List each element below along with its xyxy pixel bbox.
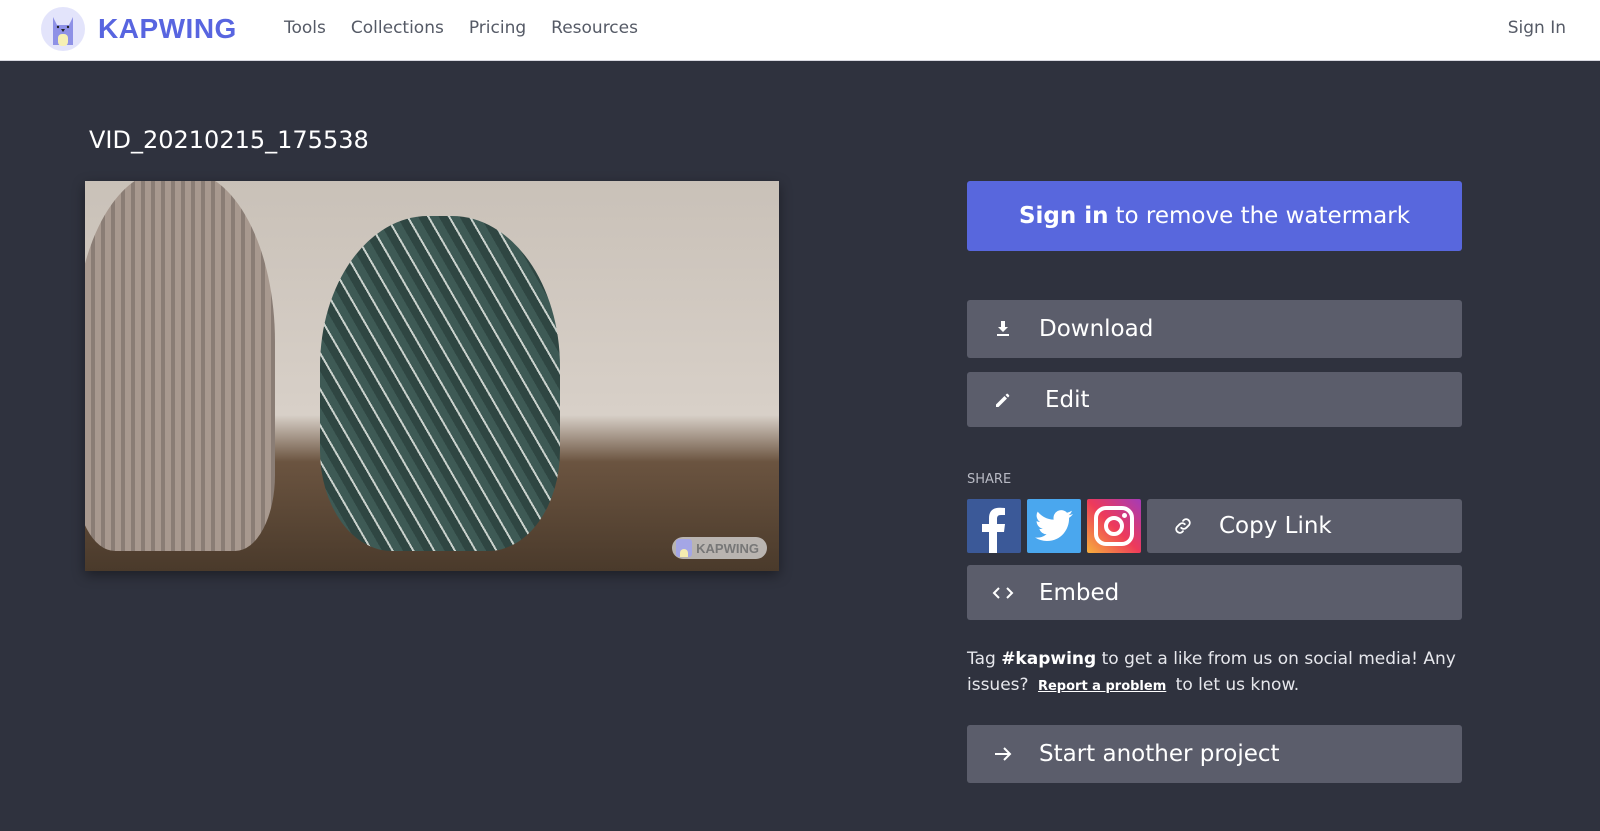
watermark-text: KAPWING bbox=[696, 540, 759, 556]
remove-watermark-button[interactable]: Sign in to remove the watermark bbox=[967, 181, 1462, 251]
share-row: Copy Link bbox=[967, 499, 1462, 553]
embed-button[interactable]: Embed bbox=[967, 565, 1462, 620]
top-navbar: KAPWING Tools Collections Pricing Resour… bbox=[0, 0, 1600, 61]
brand-name: KAPWING bbox=[98, 13, 237, 44]
main-nav: Tools Collections Pricing Resources bbox=[284, 18, 663, 38]
report-problem-link[interactable]: Report a problem bbox=[1038, 679, 1166, 694]
instagram-share-button[interactable] bbox=[1087, 499, 1141, 553]
instagram-icon bbox=[1094, 506, 1134, 546]
info-prefix: Tag bbox=[967, 649, 996, 669]
info-suffix: to let us know. bbox=[1175, 675, 1300, 695]
twitter-share-button[interactable] bbox=[1027, 499, 1081, 553]
facebook-share-button[interactable] bbox=[967, 499, 1021, 553]
social-info-text: Tag #kapwing to get a like from us on so… bbox=[967, 646, 1462, 700]
kapwing-logo[interactable]: KAPWING bbox=[41, 7, 237, 51]
facebook-icon bbox=[982, 507, 1005, 553]
kapwing-cat-icon bbox=[41, 7, 85, 51]
kapwing-cat-icon bbox=[676, 539, 693, 557]
download-label: Download bbox=[1039, 316, 1154, 342]
copy-link-label: Copy Link bbox=[1219, 513, 1332, 539]
action-panel: Sign in to remove the watermark Download… bbox=[967, 181, 1462, 783]
remove-watermark-text: to remove the watermark bbox=[1115, 203, 1411, 229]
nav-tools[interactable]: Tools bbox=[284, 18, 326, 38]
nav-pricing[interactable]: Pricing bbox=[469, 18, 526, 38]
edit-label: Edit bbox=[1045, 386, 1090, 413]
edit-button[interactable]: Edit bbox=[967, 372, 1462, 427]
watermark-badge: KAPWING bbox=[672, 537, 767, 559]
download-button[interactable]: Download bbox=[967, 300, 1462, 358]
nav-resources[interactable]: Resources bbox=[551, 18, 638, 38]
video-preview[interactable]: KAPWING bbox=[85, 181, 779, 571]
start-another-label: Start another project bbox=[1039, 741, 1280, 767]
embed-label: Embed bbox=[1039, 579, 1120, 606]
link-icon bbox=[1147, 515, 1219, 537]
kapwing-hashtag: #kapwing bbox=[1001, 649, 1097, 669]
sign-in-bold: Sign in bbox=[1018, 203, 1109, 229]
copy-link-button[interactable]: Copy Link bbox=[1147, 499, 1462, 553]
nav-collections[interactable]: Collections bbox=[351, 18, 444, 38]
share-label: SHARE bbox=[967, 472, 1012, 487]
video-title: VID_20210215_175538 bbox=[89, 126, 369, 154]
vase-image-right bbox=[320, 216, 560, 551]
start-another-project-button[interactable]: Start another project bbox=[967, 725, 1462, 783]
vase-image-left bbox=[85, 181, 275, 551]
pencil-icon bbox=[967, 391, 1039, 409]
download-icon bbox=[967, 320, 1039, 338]
sign-in-link[interactable]: Sign In bbox=[1508, 18, 1566, 38]
code-icon bbox=[967, 585, 1039, 601]
twitter-icon bbox=[1035, 510, 1073, 542]
arrow-right-icon bbox=[967, 746, 1039, 762]
